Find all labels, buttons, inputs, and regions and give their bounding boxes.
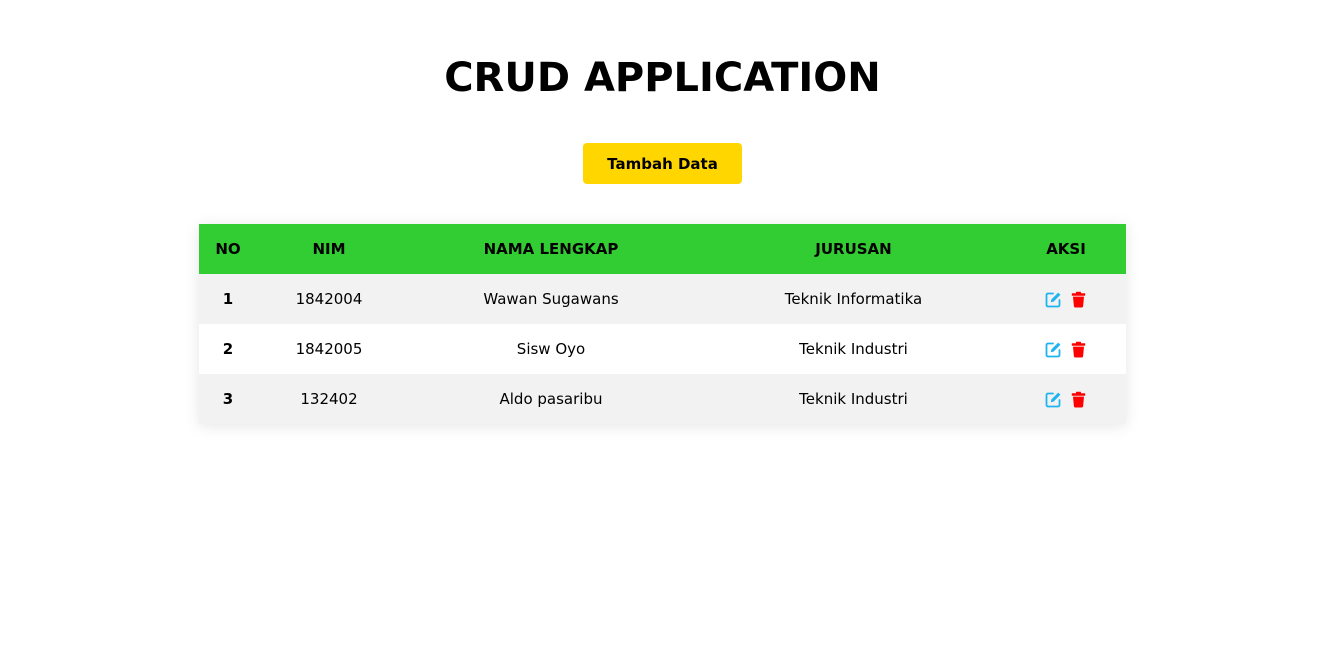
column-header-no: NO: [215, 240, 241, 258]
cell-nim: 132402: [300, 390, 358, 408]
edit-icon[interactable]: [1045, 291, 1062, 308]
cell-nama: Sisw Oyo: [516, 340, 586, 358]
cell-aksi: [1006, 324, 1126, 374]
edit-icon[interactable]: [1045, 391, 1062, 408]
data-table-container: NO NIM NAMA LENGKAP JURUSAN AKSI 1 18420…: [199, 224, 1126, 424]
cell-jurusan: Teknik Informatika: [784, 290, 923, 308]
row-actions: [1045, 341, 1087, 358]
cell-nama: Wawan Sugawans: [483, 290, 619, 308]
row-actions: [1045, 391, 1087, 408]
data-table: NO NIM NAMA LENGKAP JURUSAN AKSI 1 18420…: [199, 224, 1126, 424]
cell-nim: 1842005: [295, 340, 363, 358]
cell-jurusan: Teknik Industri: [799, 340, 908, 358]
table-header-row: NO NIM NAMA LENGKAP JURUSAN AKSI: [199, 224, 1126, 274]
page-title: CRUD APPLICATION: [444, 55, 881, 101]
cell-no: 2: [222, 340, 234, 358]
column-header-jurusan: JURUSAN: [815, 240, 892, 258]
cell-no: 1: [222, 290, 234, 308]
table-row: 2 1842005 Sisw Oyo Teknik Industri: [199, 324, 1126, 374]
table-row: 1 1842004 Wawan Sugawans Teknik Informat…: [199, 274, 1126, 324]
trash-icon[interactable]: [1070, 291, 1087, 308]
trash-icon[interactable]: [1070, 341, 1087, 358]
column-header-aksi: AKSI: [1046, 240, 1086, 258]
trash-icon[interactable]: [1070, 391, 1087, 408]
edit-icon[interactable]: [1045, 341, 1062, 358]
cell-nim: 1842004: [295, 290, 363, 308]
cell-no: 3: [222, 390, 234, 408]
column-header-nim: NIM: [312, 240, 346, 258]
row-actions: [1045, 291, 1087, 308]
cell-jurusan: Teknik Industri: [799, 390, 908, 408]
cell-nama: Aldo pasaribu: [499, 390, 603, 408]
cell-aksi: [1006, 374, 1126, 424]
page: CRUD APPLICATION Tambah Data NO NIM NAMA…: [0, 0, 1325, 650]
column-header-nama-lengkap: NAMA LENGKAP: [483, 240, 619, 258]
cell-aksi: [1006, 274, 1126, 324]
table-row: 3 132402 Aldo pasaribu Teknik Industri: [199, 374, 1126, 424]
add-data-button[interactable]: Tambah Data: [583, 143, 742, 184]
